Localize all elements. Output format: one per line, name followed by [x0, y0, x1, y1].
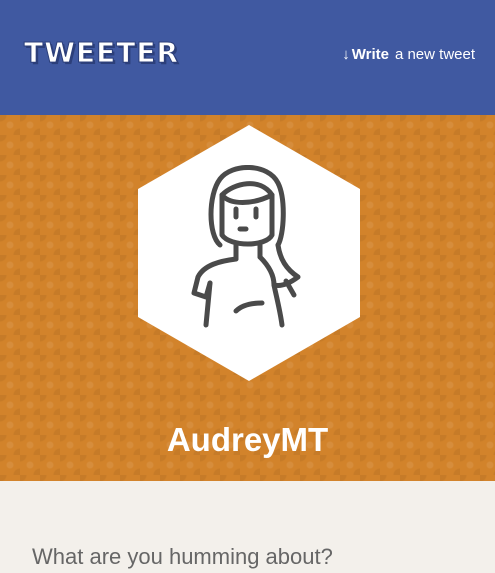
write-link-label: a new tweet — [394, 46, 475, 63]
woman-avatar-icon — [191, 165, 301, 328]
tweet-composer — [0, 481, 495, 573]
write-new-tweet-link[interactable]: ↓ Write a new tweet — [342, 46, 475, 63]
profile-banner: AudreyMT — [0, 115, 495, 481]
top-navbar: TWEETER ↓ Write a new tweet — [0, 0, 495, 115]
write-link-bold-label: Write — [351, 46, 389, 63]
tweeter-logo[interactable]: TWEETER — [23, 36, 179, 70]
arrow-down-icon: ↓ — [342, 46, 350, 63]
profile-username: AudreyMT — [166, 421, 329, 458]
tweet-input[interactable] — [32, 541, 472, 573]
